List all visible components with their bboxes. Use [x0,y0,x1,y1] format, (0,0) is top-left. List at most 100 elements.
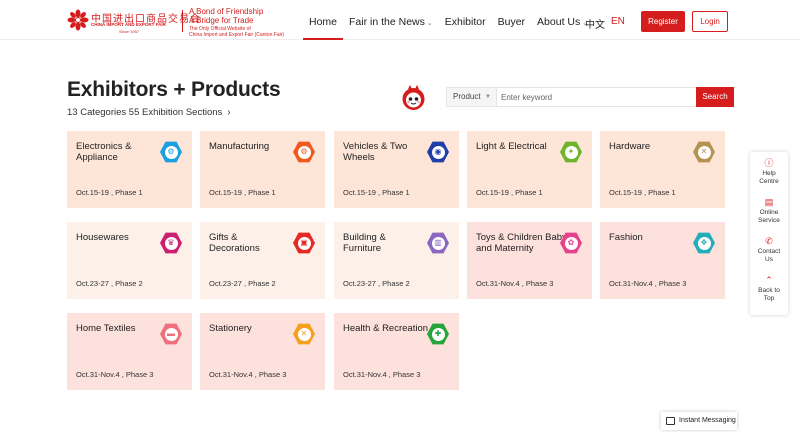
gift-icon: ▣ [293,232,315,254]
slogan-line-2: A Bridge for Trade [189,16,254,25]
category-card-manufacturing[interactable]: Manufacturing ⚙ Oct.15-19 , Phase 1 [200,131,325,208]
main-nav: Home Fair in the News ⌄ Exhibitor Buyer A… [303,0,594,40]
category-card-electronics[interactable]: Electronics & Appliance ⚙ Oct.15-19 , Ph… [67,131,192,208]
category-card-light-electrical[interactable]: Light & Electrical ✦ Oct.15-19 , Phase 1 [467,131,592,208]
slogan-line-3b: China Import and Export Fair (Canton Fai… [189,32,285,38]
nav-buyer[interactable]: Buyer [492,0,531,40]
online-label-1: Online [759,209,779,216]
category-date: Oct.31-Nov.4 , Phase 3 [343,370,421,379]
icon-glyph: ❖ [697,236,711,250]
search-type-select[interactable]: Product ▼ [447,88,497,106]
category-name: Fashion [609,232,643,243]
category-card-vehicles[interactable]: Vehicles & Two Wheels ◉ Oct.15-19 , Phas… [334,131,459,208]
category-name: Toys & Children Baby and Maternity [476,232,567,254]
manufacturing-icon: ⚙ [293,141,315,163]
nav-label: Exhibitor [444,16,486,28]
icon-glyph: ⚙ [164,145,178,159]
nav-label: Buyer [497,16,526,28]
chat-icon: ▤ [764,197,774,207]
online-service-button[interactable]: ▤ Online Service [750,197,788,225]
building-icon: ▥ [427,232,449,254]
pencil-ruler-icon: ✕ [293,323,315,345]
category-date: Oct.15-19 , Phase 1 [476,188,543,197]
floating-sidebar: ⓘ Help Centre ▤ Online Service ✆ Contact… [750,152,788,315]
category-name: Building & Furniture [343,232,386,254]
category-date: Oct.15-19 , Phase 1 [76,188,143,197]
language-english[interactable]: EN [611,16,625,27]
info-icon: ⓘ [764,158,774,168]
icon-glyph: ▥ [431,236,445,250]
category-date: Oct.31-Nov.4 , Phase 3 [76,370,154,379]
bed-icon: ▬ [160,323,182,345]
category-date: Oct.31-Nov.4 , Phase 3 [609,279,687,288]
nav-fair-in-the-news[interactable]: Fair in the News ⌄ [343,0,439,40]
categories-summary-link[interactable]: 13 Categories 55 Exhibition Sections › [67,107,231,118]
slogan-line-1: A Bond of Friendship [189,7,264,16]
icon-badge: ⚙ [160,141,182,163]
nav-exhibitor[interactable]: Exhibitor [439,0,492,40]
category-name: Stationery [209,323,252,334]
category-card-housewares[interactable]: Housewares ♛ Oct.23-27 , Phase 2 [67,222,192,299]
contact-label-2: Us [765,256,773,263]
category-name: Home Textiles [76,323,136,334]
language-chinese[interactable]: 中文 [585,16,605,31]
top-label-2: Top [763,295,775,302]
categories-summary-text: 13 Categories 55 Exhibition Sections [67,107,223,118]
help-centre-button[interactable]: ⓘ Help Centre [750,158,788,186]
category-card-gifts[interactable]: Gifts & Decorations ▣ Oct.23-27 , Phase … [200,222,325,299]
search-type-value: Product [453,92,481,101]
basket-icon: ♛ [160,232,182,254]
nav-label: Home [309,16,338,28]
category-date: Oct.23-27 , Phase 2 [343,279,410,288]
instant-messaging-button[interactable]: Instant Messaging [661,412,737,430]
category-name: Health & Recreation [343,323,429,334]
icon-badge: ▬ [160,323,182,345]
slogan: A Bond of Friendship A Bridge for Trade … [189,7,284,38]
icon-badge: ▣ [293,232,315,254]
category-card-fashion[interactable]: Fashion ❖ Oct.31-Nov.4 , Phase 3 [600,222,725,299]
icon-glyph: ♛ [164,236,178,250]
icon-glyph: ▬ [164,327,178,341]
icon-glyph: ✕ [697,145,711,159]
icon-glyph: ◉ [431,145,445,159]
nav-home[interactable]: Home [303,0,344,40]
icon-badge: ✕ [693,141,715,163]
back-to-top-button[interactable]: ⌃ Back to Top [750,275,788,303]
top-header: 中国进出口商品交易会 CHINA IMPORT AND EXPORT FAIR … [0,0,800,40]
icon-badge: ✿ [560,232,582,254]
icon-badge: ✦ [560,141,582,163]
search-button[interactable]: Search [696,87,734,107]
category-card-building-furniture[interactable]: Building & Furniture ▥ Oct.23-27 , Phase… [334,222,459,299]
shirt-icon: ❖ [693,232,715,254]
category-date: Oct.15-19 , Phase 1 [609,188,676,197]
phone-icon: ✆ [765,236,773,246]
icon-badge: ◉ [427,141,449,163]
search-input[interactable] [497,88,696,106]
page-title: Exhibitors + Products [67,78,281,101]
category-card-health-recreation[interactable]: Health & Recreation ✚ Oct.31-Nov.4 , Pha… [334,313,459,390]
icon-badge: ✕ [293,323,315,345]
stroller-icon: ✿ [560,232,582,254]
category-card-toys-children[interactable]: Toys & Children Baby and Maternity ✿ Oct… [467,222,592,299]
icon-glyph: ✕ [297,327,311,341]
icon-glyph: ✚ [431,327,445,341]
tools-icon: ✕ [693,141,715,163]
contact-us-button[interactable]: ✆ Contact Us [750,236,788,264]
icon-badge: ✚ [427,323,449,345]
login-button[interactable]: Login [692,11,728,32]
icon-glyph: ⚙ [297,145,311,159]
category-name: Manufacturing [209,141,270,152]
category-card-stationery[interactable]: Stationery ✕ Oct.31-Nov.4 , Phase 3 [200,313,325,390]
instant-messaging-label: Instant Messaging [679,417,736,424]
category-name: Gifts & Decorations [209,232,260,254]
icon-badge: ⚙ [293,141,315,163]
register-button[interactable]: Register [641,11,685,32]
category-name: Light & Electrical [476,141,547,152]
category-card-home-textiles[interactable]: Home Textiles ▬ Oct.31-Nov.4 , Phase 3 [67,313,192,390]
search-bar: Product ▼ Search [446,87,734,107]
chevron-down-icon: ⌄ [426,20,433,27]
canton-fair-logo[interactable]: 中国进出口商品交易会 CHINA IMPORT AND EXPORT FAIR … [67,9,200,34]
logo-divider [182,10,183,32]
category-card-hardware[interactable]: Hardware ✕ Oct.15-19 , Phase 1 [600,131,725,208]
icon-badge: ▥ [427,232,449,254]
